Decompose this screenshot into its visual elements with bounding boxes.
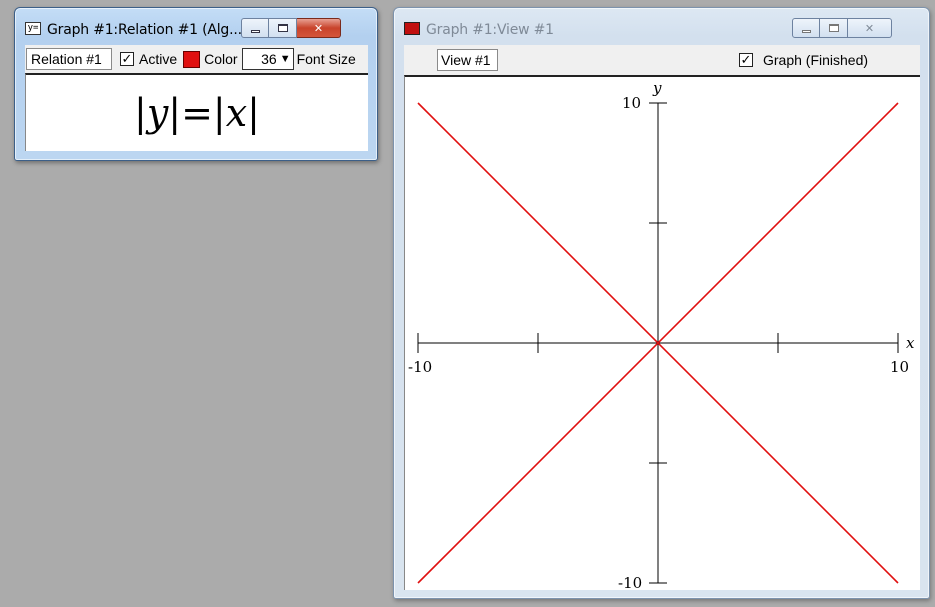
x-axis-label: x [906,334,915,352]
x-tick-label: -10 [408,358,432,376]
minimize-icon [250,29,260,33]
maximize-icon [277,24,288,32]
dropdown-arrow-icon: ▼ [279,53,291,65]
y-tick-label: -10 [618,574,642,590]
relation-window-title: Graph #1:Relation #1 (Alg... [47,22,242,38]
y-tick-label: 10 [622,94,641,112]
view-name-field[interactable]: View #1 [437,49,498,71]
close-icon: ✕ [864,22,875,35]
view-toolbar: View #1 ✓ Graph (Finished) [404,45,920,75]
active-checkbox[interactable]: ✓ [120,52,134,66]
equation-editor[interactable]: |y|=|x| [25,73,368,151]
view-window: Graph #1:View #1 ✕ View #1 ✓ Graph (Fini… [393,7,930,599]
equation-text: |y|=|x| [134,91,260,135]
minimize-button[interactable] [792,18,820,38]
view-window-title: Graph #1:View #1 [426,22,554,38]
color-swatch[interactable] [183,50,201,68]
font-size-value: 36 [261,51,277,67]
maximize-icon [828,24,839,32]
equation-icon: y= [25,22,41,35]
maximize-button[interactable] [269,18,297,38]
active-label: Active [139,51,178,67]
minimize-icon [801,29,811,33]
relation-window: y= Graph #1:Relation #1 (Alg... ✕ Relati… [14,7,378,161]
maximize-button[interactable] [820,18,848,38]
checkmark-icon: ✓ [740,52,752,67]
graph-canvas[interactable]: -10 10 10 -10 x y [404,75,920,590]
graph-plot: -10 10 10 -10 x y [408,79,915,590]
graph-icon [404,22,420,35]
relation-window-titlebar[interactable]: y= Graph #1:Relation #1 (Alg... ✕ [15,8,377,38]
x-tick-label: 10 [890,358,909,376]
close-button[interactable]: ✕ [848,18,892,38]
color-label: Color [204,51,238,67]
font-size-dropdown[interactable]: 36 ▼ [241,48,294,70]
relation-window-caption-buttons: ✕ [241,18,341,40]
relation-toolbar: Relation #1 ✓ Active Color 36 ▼ Font Siz… [25,45,368,73]
view-window-titlebar[interactable]: Graph #1:View #1 ✕ [394,8,929,38]
graph-finished-label: Graph (Finished) [763,52,869,68]
minimize-button[interactable] [241,18,269,38]
graph-finished-checkbox[interactable]: ✓ [739,53,753,67]
y-axis-label: y [652,79,662,97]
font-size-label: Font Size [296,51,356,67]
close-button[interactable]: ✕ [297,18,341,38]
view-window-caption-buttons: ✕ [792,18,892,40]
relation-name-field[interactable]: Relation #1 [26,48,112,70]
checkmark-icon: ✓ [121,51,133,66]
close-icon: ✕ [313,22,324,35]
